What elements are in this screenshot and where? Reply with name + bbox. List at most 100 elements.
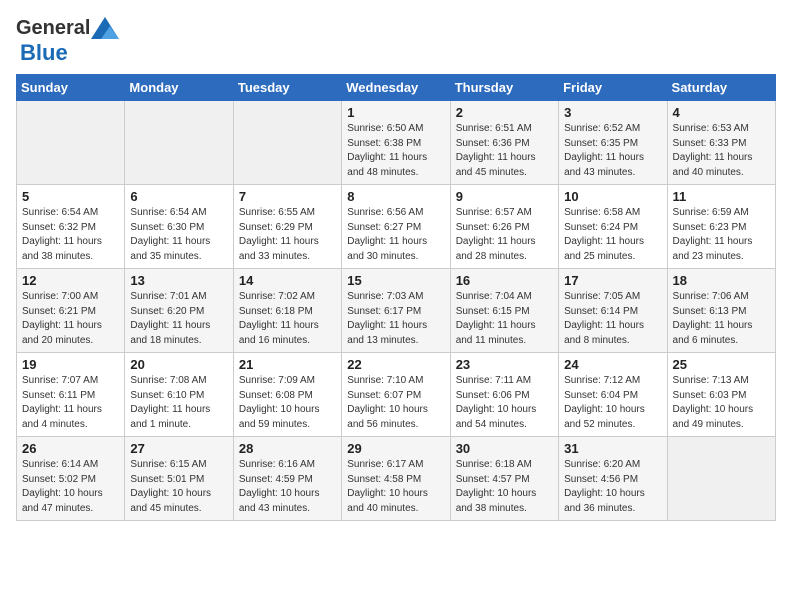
day-info: Sunrise: 7:08 AM Sunset: 6:10 PM Dayligh… [130,374,227,432]
day-number: 17 [564,273,661,288]
day-info: Sunrise: 6:57 AM Sunset: 6:26 PM Dayligh… [456,206,553,264]
day-number: 15 [347,273,444,288]
day-info: Sunrise: 7:12 AM Sunset: 6:04 PM Dayligh… [564,374,661,432]
day-info: Sunrise: 6:50 AM Sunset: 6:38 PM Dayligh… [347,122,444,180]
day-number: 1 [347,105,444,120]
day-info: Sunrise: 7:01 AM Sunset: 6:20 PM Dayligh… [130,290,227,348]
day-info: Sunrise: 6:54 AM Sunset: 6:30 PM Dayligh… [130,206,227,264]
day-number: 11 [673,189,770,204]
day-number: 24 [564,357,661,372]
weekday-header-thursday: Thursday [450,75,558,101]
day-number: 2 [456,105,553,120]
day-number: 12 [22,273,119,288]
day-info: Sunrise: 6:55 AM Sunset: 6:29 PM Dayligh… [239,206,336,264]
weekday-header-wednesday: Wednesday [342,75,450,101]
calendar-cell: 4Sunrise: 6:53 AM Sunset: 6:33 PM Daylig… [667,101,775,185]
calendar-cell: 9 Sunrise: 6:57 AM Sunset: 6:26 PM Daylig… [450,185,558,269]
day-number: 8 [347,189,444,204]
calendar-cell: 19 Sunrise: 7:07 AM Sunset: 6:11 PM Dayli… [17,353,125,437]
weekday-header-friday: Friday [559,75,667,101]
calendar-cell [233,101,341,185]
day-number: 21 [239,357,336,372]
day-info: Sunrise: 6:15 AM Sunset: 5:01 PM Dayligh… [130,458,227,516]
day-info: Sunrise: 7:00 AM Sunset: 6:21 PM Dayligh… [22,290,119,348]
day-number: 27 [130,441,227,456]
day-info: Sunrise: 6:20 AM Sunset: 4:56 PM Dayligh… [564,458,661,516]
day-info: Sunrise: 6:54 AM Sunset: 6:32 PM Dayligh… [22,206,119,264]
day-info: Sunrise: 7:03 AM Sunset: 6:17 PM Dayligh… [347,290,444,348]
calendar-cell: 17Sunrise: 7:05 AM Sunset: 6:14 PM Dayli… [559,269,667,353]
day-info: Sunrise: 6:16 AM Sunset: 4:59 PM Dayligh… [239,458,336,516]
day-number: 3 [564,105,661,120]
day-info: Sunrise: 6:53 AM Sunset: 6:33 PM Dayligh… [673,122,770,180]
weekday-header-row: SundayMondayTuesdayWednesdayThursdayFrid… [17,75,776,101]
calendar-week-row: 19 Sunrise: 7:07 AM Sunset: 6:11 PM Dayli… [17,353,776,437]
calendar-cell: 15 Sunrise: 7:03 AM Sunset: 6:17 PM Dayli… [342,269,450,353]
page-header: General Blue [16,16,776,66]
calendar-cell: 28 Sunrise: 6:16 AM Sunset: 4:59 PM Dayli… [233,437,341,521]
calendar-week-row: 5 Sunrise: 6:54 AM Sunset: 6:32 PM Daylig… [17,185,776,269]
logo-blue-text: Blue [20,40,68,66]
weekday-header-monday: Monday [125,75,233,101]
day-info: Sunrise: 6:52 AM Sunset: 6:35 PM Dayligh… [564,122,661,180]
day-number: 22 [347,357,444,372]
calendar-cell: 21 Sunrise: 7:09 AM Sunset: 6:08 PM Dayli… [233,353,341,437]
day-number: 26 [22,441,119,456]
calendar-cell: 1 Sunrise: 6:50 AM Sunset: 6:38 PM Daylig… [342,101,450,185]
calendar-cell: 24 Sunrise: 7:12 AM Sunset: 6:04 PM Dayli… [559,353,667,437]
calendar-cell: 14 Sunrise: 7:02 AM Sunset: 6:18 PM Dayli… [233,269,341,353]
calendar-cell: 10 Sunrise: 6:58 AM Sunset: 6:24 PM Dayli… [559,185,667,269]
day-number: 16 [456,273,553,288]
calendar-cell: 5 Sunrise: 6:54 AM Sunset: 6:32 PM Daylig… [17,185,125,269]
day-info: Sunrise: 7:02 AM Sunset: 6:18 PM Dayligh… [239,290,336,348]
day-info: Sunrise: 6:14 AM Sunset: 5:02 PM Dayligh… [22,458,119,516]
calendar-cell [667,437,775,521]
calendar-cell: 8 Sunrise: 6:56 AM Sunset: 6:27 PM Daylig… [342,185,450,269]
calendar-cell: 26 Sunrise: 6:14 AM Sunset: 5:02 PM Dayli… [17,437,125,521]
calendar-cell: 3 Sunrise: 6:52 AM Sunset: 6:35 PM Daylig… [559,101,667,185]
calendar-week-row: 1 Sunrise: 6:50 AM Sunset: 6:38 PM Daylig… [17,101,776,185]
day-number: 20 [130,357,227,372]
weekday-header-sunday: Sunday [17,75,125,101]
calendar-cell: 18Sunrise: 7:06 AM Sunset: 6:13 PM Dayli… [667,269,775,353]
day-info: Sunrise: 7:06 AM Sunset: 6:13 PM Dayligh… [673,290,770,348]
calendar-cell: 29 Sunrise: 6:17 AM Sunset: 4:58 PM Dayli… [342,437,450,521]
day-info: Sunrise: 6:58 AM Sunset: 6:24 PM Dayligh… [564,206,661,264]
day-number: 6 [130,189,227,204]
day-info: Sunrise: 7:10 AM Sunset: 6:07 PM Dayligh… [347,374,444,432]
day-number: 19 [22,357,119,372]
day-info: Sunrise: 6:17 AM Sunset: 4:58 PM Dayligh… [347,458,444,516]
day-info: Sunrise: 6:59 AM Sunset: 6:23 PM Dayligh… [673,206,770,264]
day-number: 14 [239,273,336,288]
calendar-cell: 27 Sunrise: 6:15 AM Sunset: 5:01 PM Dayli… [125,437,233,521]
day-number: 28 [239,441,336,456]
day-info: Sunrise: 6:51 AM Sunset: 6:36 PM Dayligh… [456,122,553,180]
weekday-header-saturday: Saturday [667,75,775,101]
calendar-cell: 31 Sunrise: 6:20 AM Sunset: 4:56 PM Dayli… [559,437,667,521]
day-info: Sunrise: 7:07 AM Sunset: 6:11 PM Dayligh… [22,374,119,432]
logo-general-text: General [16,18,90,38]
logo-area: General Blue [16,16,120,66]
day-info: Sunrise: 7:11 AM Sunset: 6:06 PM Dayligh… [456,374,553,432]
calendar-cell: 22 Sunrise: 7:10 AM Sunset: 6:07 PM Dayli… [342,353,450,437]
day-number: 29 [347,441,444,456]
day-info: Sunrise: 7:09 AM Sunset: 6:08 PM Dayligh… [239,374,336,432]
day-number: 25 [673,357,770,372]
calendar-cell: 16 Sunrise: 7:04 AM Sunset: 6:15 PM Dayli… [450,269,558,353]
day-number: 9 [456,189,553,204]
day-number: 30 [456,441,553,456]
calendar-table: SundayMondayTuesdayWednesdayThursdayFrid… [16,74,776,521]
calendar-cell: 25 Sunrise: 7:13 AM Sunset: 6:03 PM Dayli… [667,353,775,437]
calendar-cell: 20 Sunrise: 7:08 AM Sunset: 6:10 PM Dayli… [125,353,233,437]
day-info: Sunrise: 7:04 AM Sunset: 6:15 PM Dayligh… [456,290,553,348]
day-number: 5 [22,189,119,204]
calendar-cell [125,101,233,185]
calendar-cell: 13Sunrise: 7:01 AM Sunset: 6:20 PM Dayli… [125,269,233,353]
day-info: Sunrise: 7:13 AM Sunset: 6:03 PM Dayligh… [673,374,770,432]
calendar-cell: 7 Sunrise: 6:55 AM Sunset: 6:29 PM Daylig… [233,185,341,269]
day-info: Sunrise: 6:56 AM Sunset: 6:27 PM Dayligh… [347,206,444,264]
day-number: 7 [239,189,336,204]
calendar-cell: 23Sunrise: 7:11 AM Sunset: 6:06 PM Dayli… [450,353,558,437]
day-number: 31 [564,441,661,456]
day-number: 10 [564,189,661,204]
